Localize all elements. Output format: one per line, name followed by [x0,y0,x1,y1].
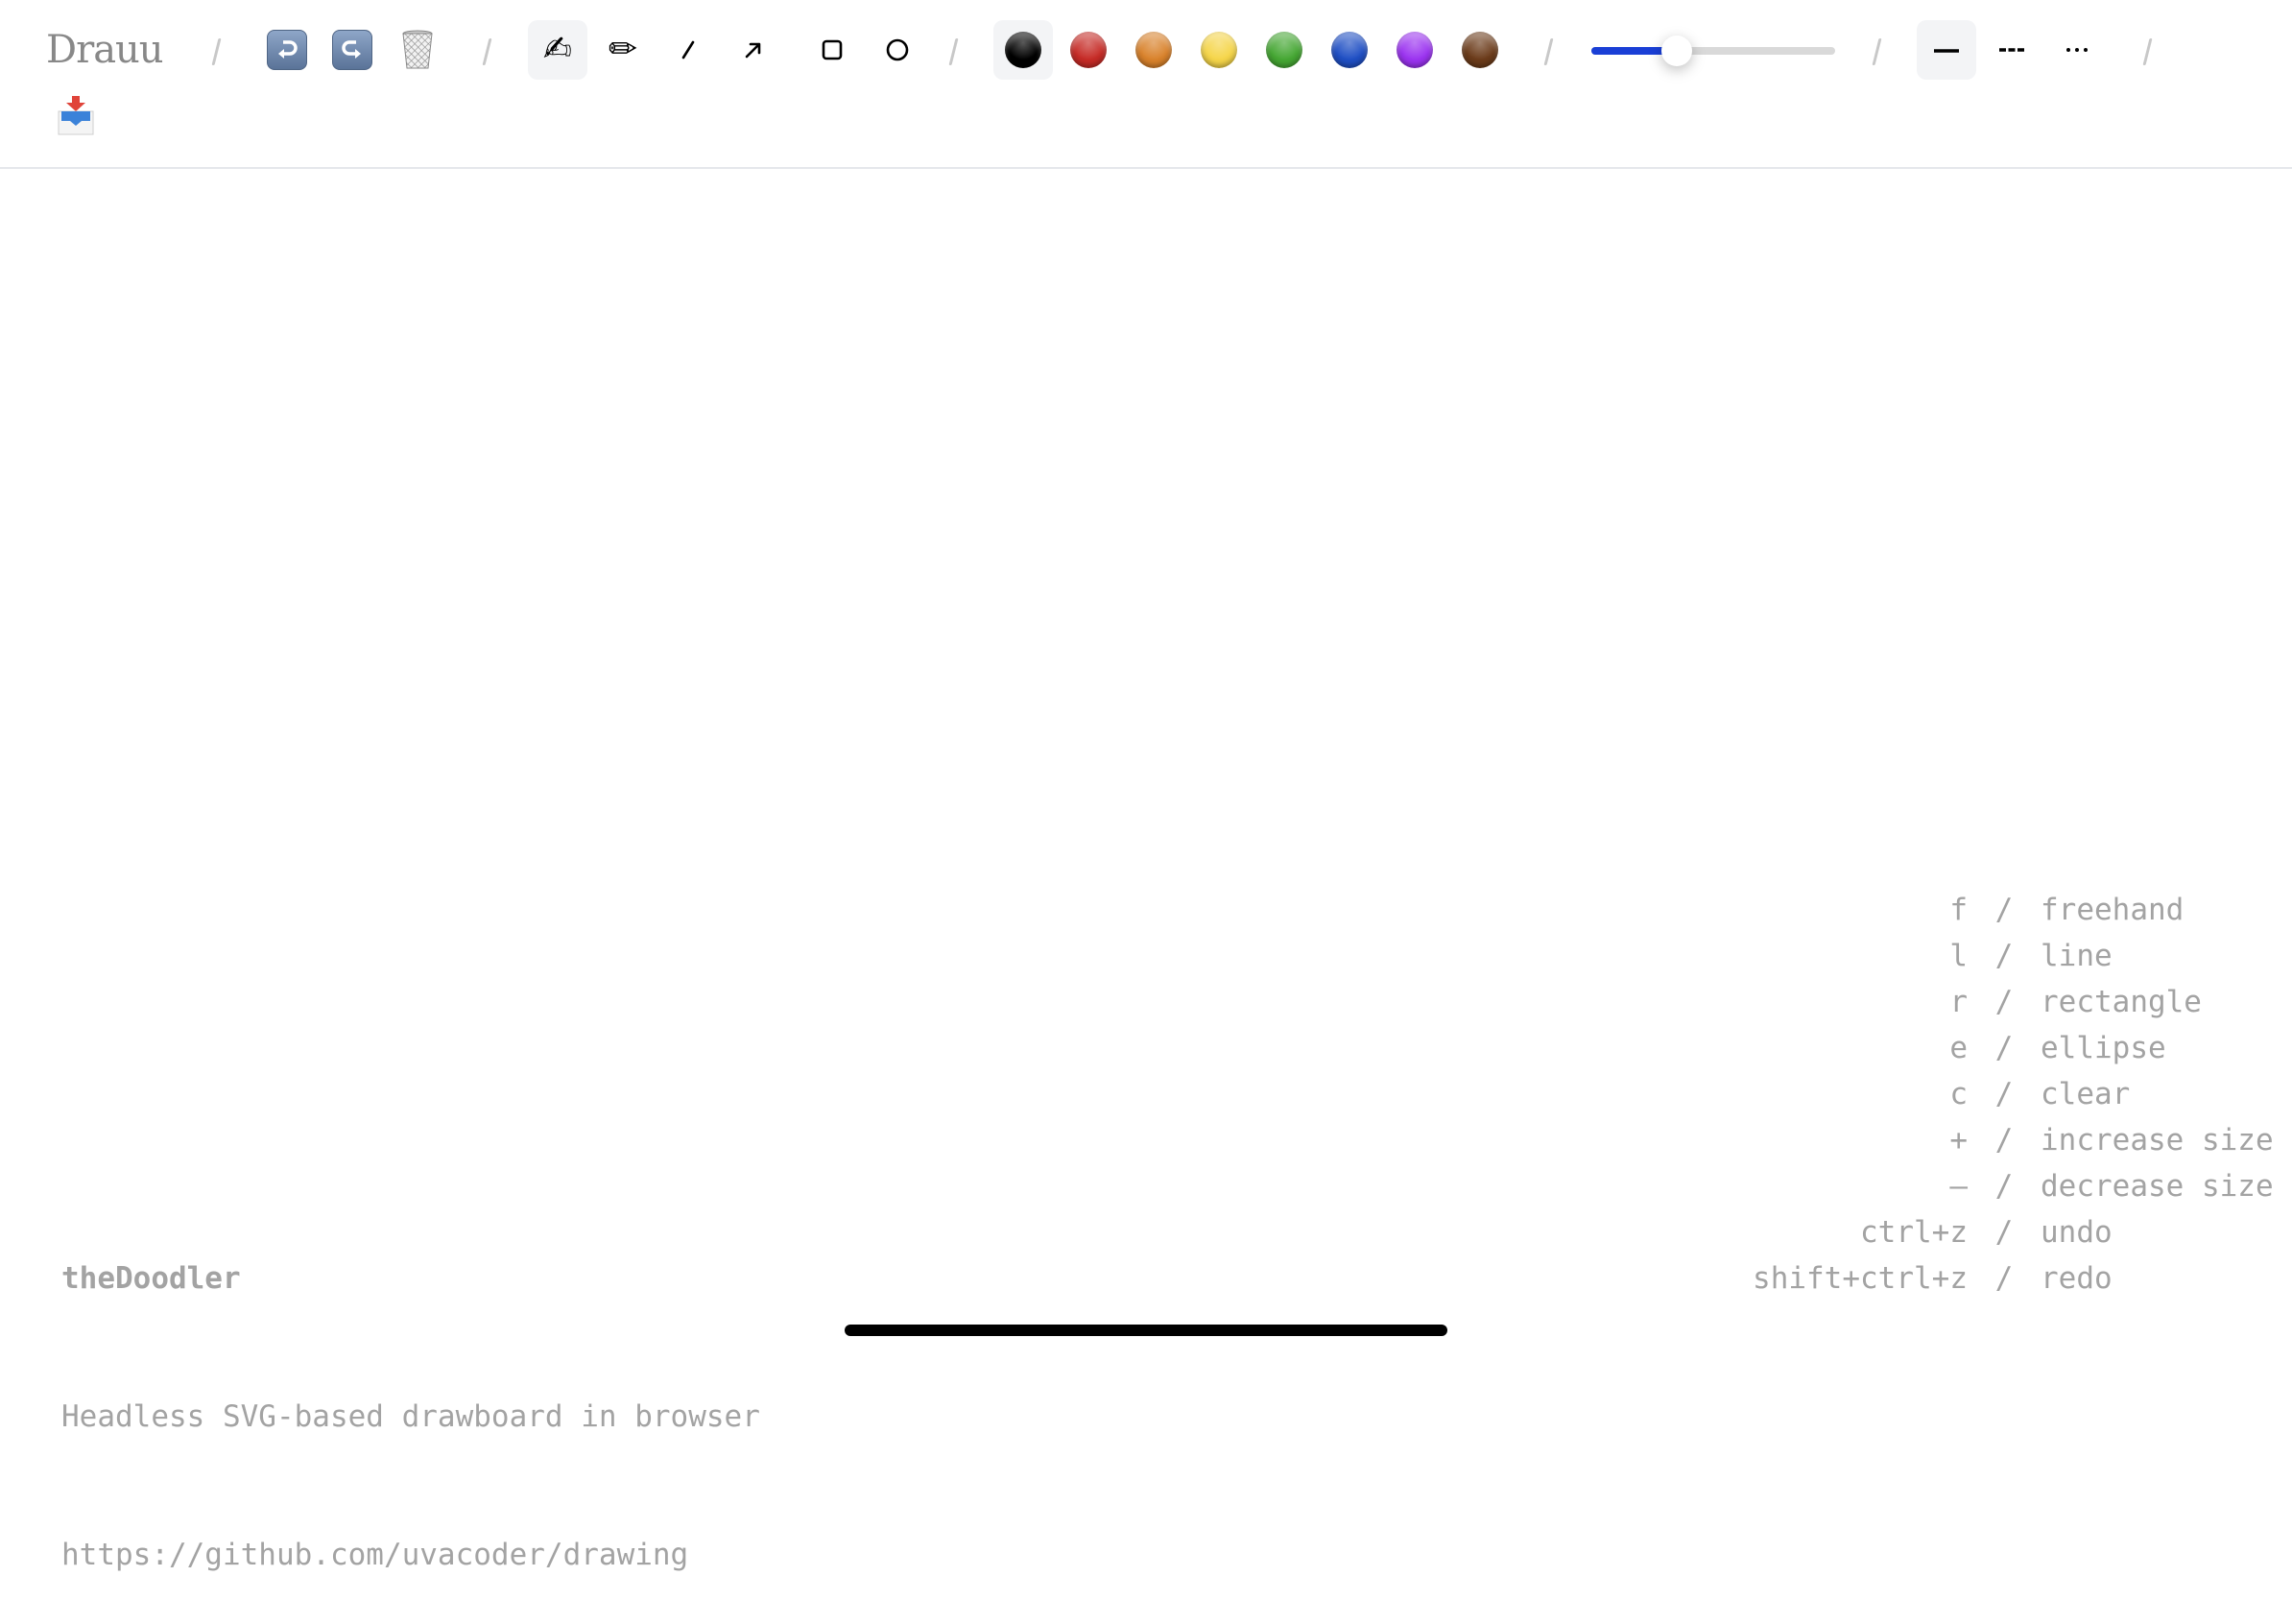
shortcut-row: shift+ctrl+z / redo [1716,1255,2292,1302]
tool-rectangle-button[interactable] [802,20,862,80]
undo-icon [267,30,307,70]
shortcut-separator: / [1994,985,2014,1019]
shortcut-row: e / ellipse [1716,1025,2292,1071]
shortcut-action: line [2041,939,2113,973]
shortcut-row: r / rectangle [1716,979,2292,1025]
color-black-swatch-icon [1005,32,1041,68]
color-yellow-button[interactable] [1189,20,1249,80]
shortcut-action: freehand [2041,893,2185,927]
rectangle-icon [822,39,843,60]
shortcut-action: decrease size [2041,1169,2274,1204]
shortcut-key: – [1949,1169,1968,1204]
color-green-swatch-icon [1266,32,1302,68]
toolbar: Drauu ✍ ✏ [0,0,2292,169]
line-icon [681,40,695,60]
shortcut-separator: / [1994,1123,2014,1158]
shortcut-row: ctrl+z / undo [1716,1209,2292,1255]
shortcut-row: + / increase size [1716,1117,2292,1163]
tool-ellipse-button[interactable] [868,20,927,80]
color-brown-button[interactable] [1450,20,1510,80]
tool-arrow-button[interactable] [724,20,783,80]
separator [948,38,959,65]
shortcut-key: shift+ctrl+z [1753,1261,1968,1296]
color-purple-button[interactable] [1385,20,1444,80]
shortcut-separator: / [1994,939,2014,973]
color-black-button[interactable] [993,20,1053,80]
shortcut-key: f [1949,893,1968,927]
separator [1543,38,1554,65]
color-yellow-swatch-icon [1201,32,1237,68]
app-info: theDoodler Headless SVG-based drawboard … [61,1163,760,1624]
brush-size-slider[interactable] [1591,36,1835,66]
color-green-button[interactable] [1254,20,1314,80]
shortcut-action: clear [2041,1077,2131,1111]
undo-button[interactable] [257,20,317,80]
slider-thumb[interactable] [1660,36,1692,66]
shortcut-key: c [1949,1077,1968,1111]
shortcut-separator: / [1994,1077,2014,1111]
shortcut-action: rectangle [2041,985,2202,1019]
solid-line-icon [1934,49,1959,53]
dashed-line-icon [1999,48,2024,52]
arrow-icon [745,42,761,59]
tool-stylus-button[interactable]: ✍ [528,20,587,80]
color-orange-swatch-icon [1135,32,1172,68]
app-logo: Drauu [46,28,164,72]
writing-hand-icon: ✍ [542,30,573,69]
redo-icon [332,30,372,70]
shortcut-separator: / [1994,1261,2014,1296]
wastebasket-icon [402,30,433,69]
shortcut-action: increase size [2041,1123,2274,1158]
shortcut-action: redo [2041,1261,2113,1296]
home-indicator [845,1325,1447,1336]
color-orange-button[interactable] [1124,20,1183,80]
pencil-icon: ✏ [608,30,638,69]
shortcut-row: l / line [1716,933,2292,979]
color-blue-swatch-icon [1331,32,1368,68]
dash-dashed-button[interactable] [1982,20,2041,80]
dash-solid-button[interactable] [1917,20,1976,80]
shortcut-separator: / [1994,1031,2014,1065]
shortcut-key: ctrl+z [1860,1215,1968,1250]
clear-button[interactable] [388,20,447,80]
color-purple-swatch-icon [1397,32,1433,68]
shortcut-separator: / [1994,893,2014,927]
shortcut-action: undo [2041,1215,2113,1250]
redo-button[interactable] [322,20,382,80]
tool-line-button[interactable] [658,20,718,80]
color-blue-button[interactable] [1320,20,1379,80]
separator [2142,38,2153,65]
dotted-line-icon [2066,48,2088,52]
shortcut-separator: / [1994,1169,2014,1204]
dash-dotted-button[interactable] [2047,20,2107,80]
color-brown-swatch-icon [1462,32,1498,68]
shortcut-key: r [1949,985,1968,1019]
inbox-tray-icon [58,96,94,135]
shortcut-row: c / clear [1716,1071,2292,1117]
tool-draw-button[interactable]: ✏ [593,20,653,80]
separator [211,38,222,65]
shortcut-separator: / [1994,1215,2014,1250]
ellipse-icon [886,38,909,61]
separator [1872,38,1882,65]
shortcut-key: l [1949,939,1968,973]
download-button[interactable] [46,86,106,146]
shortcut-row: – / decrease size [1716,1163,2292,1209]
shortcut-row: f / freehand [1716,887,2292,933]
shortcut-key: e [1949,1031,1968,1065]
shortcut-list: f / freehand l / line r / rectangle e / ellipse c / cl… [1716,887,2292,1302]
info-description: Headless SVG-based drawboard in browser [61,1399,760,1434]
separator [482,38,492,65]
color-red-button[interactable] [1059,20,1118,80]
info-title: theDoodler [61,1261,241,1296]
shortcut-key: + [1949,1123,1968,1158]
info-url[interactable]: https://github.com/uvacoder/drawing [61,1532,760,1578]
shortcut-action: ellipse [2041,1031,2166,1065]
color-red-swatch-icon [1070,32,1107,68]
